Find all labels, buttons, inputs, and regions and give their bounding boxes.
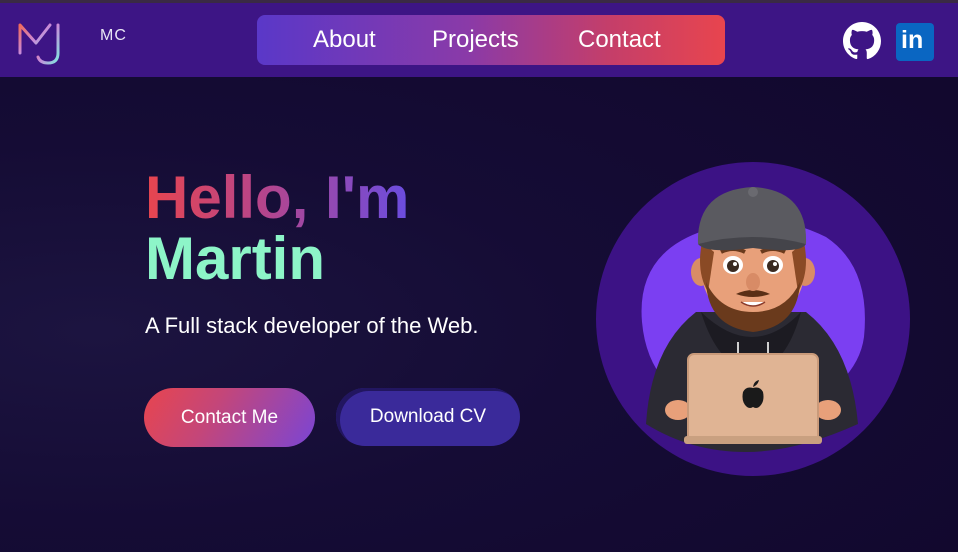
main-nav: About Projects Contact <box>257 15 725 65</box>
page: MC About Projects Contact in Hello, I'm … <box>0 0 958 552</box>
nav-link-projects[interactable]: Projects <box>432 26 519 54</box>
hero-name: Martin <box>145 225 325 292</box>
github-icon[interactable] <box>843 22 881 60</box>
mj-logo-icon[interactable] <box>14 13 70 69</box>
hero-greeting: Hello, I'm <box>145 164 410 231</box>
download-cv-button[interactable]: Download CV <box>336 388 520 446</box>
linkedin-label: in <box>901 26 924 54</box>
nav-link-contact[interactable]: Contact <box>578 26 661 54</box>
avatar-illustration <box>596 162 910 476</box>
linkedin-icon[interactable]: in <box>896 23 934 61</box>
brand-name: MC <box>100 27 127 44</box>
navbar: MC About Projects Contact in <box>0 3 958 77</box>
hero-tagline: A Full stack developer of the Web. <box>145 313 479 338</box>
contact-me-button[interactable]: Contact Me <box>144 388 315 447</box>
nav-link-about[interactable]: About <box>313 26 376 54</box>
